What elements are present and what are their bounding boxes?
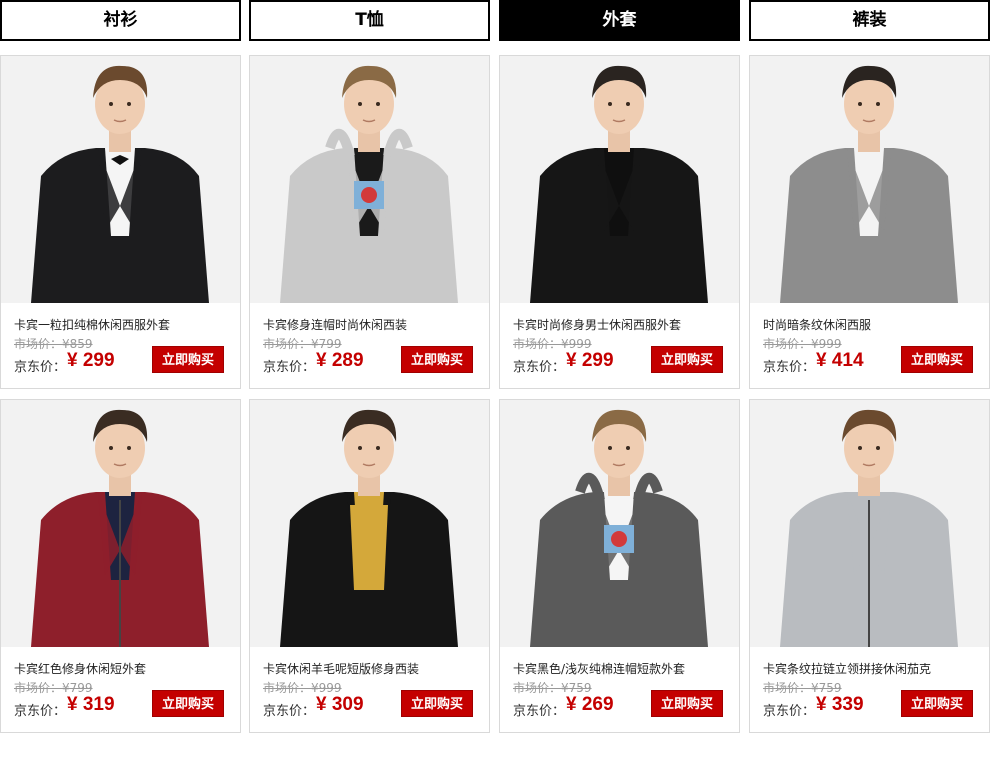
product-name[interactable]: 卡宾条纹拉链立领拼接休闲茄克 [763, 660, 983, 677]
jd-price-label: 京东价： [763, 704, 816, 719]
market-price-label: 市场价： [14, 681, 63, 695]
jd-price-value: ¥ 299 [67, 350, 115, 371]
product-photo[interactable] [1, 56, 240, 303]
market-price-label: 市场价： [513, 681, 562, 695]
product-name[interactable]: 卡宾修身连帽时尚休闲西装 [263, 316, 483, 333]
jd-price-label: 京东价： [263, 360, 316, 375]
tab-shirts[interactable]: 衬衫 [0, 0, 241, 41]
jd-price-label: 京东价： [263, 704, 316, 719]
market-price-value: ¥999 [811, 337, 842, 351]
buy-now-button[interactable]: 立即购买 [401, 346, 473, 373]
market-price-value: ¥799 [62, 681, 93, 695]
product-photo[interactable] [500, 400, 739, 647]
market-price-label: 市场价： [513, 337, 562, 351]
market-price-value: ¥859 [62, 337, 93, 351]
market-price-value: ¥799 [311, 337, 342, 351]
buy-now-button[interactable]: 立即购买 [152, 690, 224, 717]
market-price-label: 市场价： [763, 681, 812, 695]
product-card[interactable]: 卡宾时尚修身男士休闲西服外套 市场价：¥999 京东价： ¥ 299 立即购买 [499, 55, 740, 389]
product-card[interactable]: 卡宾红色修身休闲短外套 市场价：¥799 京东价： ¥ 319 立即购买 [0, 399, 241, 733]
jd-price-value: ¥ 309 [316, 694, 364, 715]
category-tabs: 衬衫 T恤 外套 裤装 [0, 0, 990, 41]
product-name[interactable]: 卡宾黑色/浅灰纯棉连帽短款外套 [513, 660, 733, 677]
model-figure [1, 56, 240, 303]
model-figure [750, 56, 989, 303]
product-card[interactable]: 卡宾黑色/浅灰纯棉连帽短款外套 市场价：¥759 京东价： ¥ 269 立即购买 [499, 399, 740, 733]
buy-now-button[interactable]: 立即购买 [901, 346, 973, 373]
market-price-value: ¥999 [561, 337, 592, 351]
model-figure [250, 400, 489, 647]
model-figure [1, 400, 240, 647]
buy-now-button[interactable]: 立即购买 [401, 690, 473, 717]
market-price-label: 市场价： [763, 337, 812, 351]
jd-price-label: 京东价： [513, 704, 566, 719]
jd-price-label: 京东价： [513, 360, 566, 375]
jd-price-label: 京东价： [14, 704, 67, 719]
jd-price-label: 京东价： [14, 360, 67, 375]
product-name[interactable]: 卡宾时尚修身男士休闲西服外套 [513, 316, 733, 333]
product-card[interactable]: 卡宾休闲羊毛呢短版修身西装 市场价：¥999 京东价： ¥ 309 立即购买 [249, 399, 490, 733]
product-photo[interactable] [250, 400, 489, 647]
jd-price-value: ¥ 319 [67, 694, 115, 715]
model-figure [250, 56, 489, 303]
model-figure [750, 400, 989, 647]
market-price-value: ¥999 [311, 681, 342, 695]
buy-now-button[interactable]: 立即购买 [651, 690, 723, 717]
tab-tshirts[interactable]: T恤 [249, 0, 490, 41]
product-card[interactable]: 时尚暗条纹休闲西服 市场价：¥999 京东价： ¥ 414 立即购买 [749, 55, 990, 389]
tab-jackets[interactable]: 外套 [499, 0, 740, 41]
jd-price-value: ¥ 299 [566, 350, 614, 371]
tab-pants[interactable]: 裤装 [749, 0, 990, 41]
product-card[interactable]: 卡宾条纹拉链立领拼接休闲茄克 市场价：¥759 京东价： ¥ 339 立即购买 [749, 399, 990, 733]
model-figure [500, 56, 739, 303]
market-price-label: 市场价： [263, 681, 312, 695]
jd-price-value: ¥ 414 [816, 350, 864, 371]
buy-now-button[interactable]: 立即购买 [651, 346, 723, 373]
product-photo[interactable] [250, 56, 489, 303]
model-figure [500, 400, 739, 647]
product-photo[interactable] [500, 56, 739, 303]
market-price-label: 市场价： [14, 337, 63, 351]
market-price-value: ¥759 [561, 681, 592, 695]
jd-price-label: 京东价： [763, 360, 816, 375]
product-photo[interactable] [750, 400, 989, 647]
jd-price-value: ¥ 289 [316, 350, 364, 371]
product-name[interactable]: 卡宾红色修身休闲短外套 [14, 660, 234, 677]
product-name[interactable]: 卡宾一粒扣纯棉休闲西服外套 [14, 316, 234, 333]
product-photo[interactable] [750, 56, 989, 303]
product-card[interactable]: 卡宾一粒扣纯棉休闲西服外套 市场价：¥859 京东价： ¥ 299 立即购买 [0, 55, 241, 389]
buy-now-button[interactable]: 立即购买 [901, 690, 973, 717]
market-price-value: ¥759 [811, 681, 842, 695]
market-price-label: 市场价： [263, 337, 312, 351]
product-name[interactable]: 卡宾休闲羊毛呢短版修身西装 [263, 660, 483, 677]
jd-price-value: ¥ 269 [566, 694, 614, 715]
product-card[interactable]: 卡宾修身连帽时尚休闲西装 市场价：¥799 京东价： ¥ 289 立即购买 [249, 55, 490, 389]
product-photo[interactable] [1, 400, 240, 647]
buy-now-button[interactable]: 立即购买 [152, 346, 224, 373]
jd-price-value: ¥ 339 [816, 694, 864, 715]
product-name[interactable]: 时尚暗条纹休闲西服 [763, 316, 983, 333]
